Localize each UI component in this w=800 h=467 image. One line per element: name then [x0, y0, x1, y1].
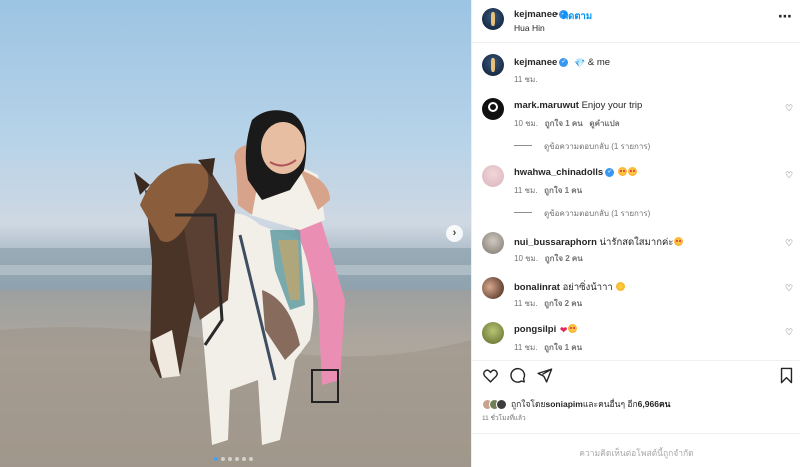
reply-divider — [514, 212, 532, 213]
comment-time[interactable]: 11 ชม. — [514, 343, 537, 352]
star-eyes-emoji-icon — [627, 167, 637, 176]
comment-meta: 10 ชม. ถูกใจ 2 คน — [514, 252, 583, 265]
comment-likes[interactable]: ถูกใจ 1 คน — [545, 119, 583, 128]
carousel-dot — [235, 457, 239, 461]
comment-time[interactable]: 10 ชม. — [514, 119, 538, 128]
carousel-dot — [221, 457, 225, 461]
comment-like-heart-icon[interactable]: ♡ — [785, 238, 793, 249]
post-side-panel: kejmanee ✓ • ติดตาม Hua Hin ⋯ kejmanee ✓ 💎… — [471, 0, 800, 467]
more-options-icon[interactable]: ⋯ — [778, 8, 792, 25]
bookmark-icon[interactable] — [779, 367, 794, 384]
comment-meta: 10 ชม. ถูกใจ 1 คน ดูคำแปล — [514, 117, 620, 130]
comment-username[interactable]: bonalinrat — [514, 282, 560, 293]
carousel-dot — [228, 457, 232, 461]
post-time[interactable]: 11 ชั่วโมงที่แล้ว — [482, 413, 526, 423]
caption-body: & me — [587, 57, 611, 68]
comment-row: mark.maruwut Enjoy your trip — [514, 100, 642, 111]
carousel-dot — [242, 457, 246, 461]
comment-likes[interactable]: ถูกใจ 2 คน — [544, 299, 582, 308]
share-icon[interactable] — [536, 367, 553, 384]
comment-avatar[interactable] — [482, 322, 504, 344]
comment-icon[interactable] — [509, 367, 526, 384]
photo-illustration — [0, 110, 471, 467]
comment-avatar[interactable] — [482, 232, 504, 254]
comment-avatar[interactable] — [482, 165, 504, 187]
carousel-dot — [214, 457, 218, 461]
comments-divider — [472, 433, 800, 434]
comment-username[interactable]: hwahwa_chinadolls — [514, 167, 603, 178]
caption-username[interactable]: kejmanee ✓ — [514, 57, 569, 68]
avatar[interactable] — [496, 398, 507, 410]
liked-by-prefix: ถูกใจโดย — [511, 399, 546, 409]
comment-row: nui_bussaraphorn น่ารักสดใสมากค่ะ — [514, 235, 684, 250]
username-text[interactable]: kejmanee — [514, 57, 557, 68]
comment-like-heart-icon[interactable]: ♡ — [785, 103, 793, 114]
view-replies-button[interactable]: ดูข้อความตอบกลับ (1 รายการ) — [544, 140, 650, 153]
star-eyes-emoji-icon — [674, 237, 684, 246]
comment-text: อย่าซิ่งน้าาา — [562, 282, 613, 293]
username-text[interactable]: kejmanee — [514, 9, 557, 20]
comments-restricted-notice: ความคิดเห็นต่อโพสต์นี้ถูกจำกัด — [579, 448, 694, 458]
caption-time: 11 ชม. — [514, 75, 538, 84]
caption-avatar[interactable] — [482, 54, 504, 76]
follow-button[interactable]: ติดตาม — [562, 9, 592, 24]
comment-time[interactable]: 11 ชม. — [514, 186, 537, 195]
comment-text: น่ารักสดใสมากค่ะ — [599, 237, 674, 248]
reply-divider — [514, 145, 532, 146]
comment-meta: 11 ชม. ถูกใจ 2 คน — [514, 297, 582, 310]
liked-by-avatars — [482, 398, 507, 410]
comment-username[interactable]: mark.maruwut — [514, 100, 579, 111]
next-slide-button[interactable]: › — [446, 225, 463, 242]
comment-row: bonalinrat อย่าซิ่งน้าาา — [514, 280, 626, 295]
action-bar — [472, 367, 800, 391]
star-eyes-emoji-icon — [617, 167, 627, 176]
comment-likes[interactable]: ถูกใจ 2 คน — [545, 254, 583, 263]
comment-time[interactable]: 11 ชม. — [514, 299, 537, 308]
comment-like-heart-icon[interactable]: ♡ — [785, 170, 793, 181]
comment-avatar[interactable] — [482, 98, 504, 120]
liked-by-row: ถูกใจโดย soniapim และคนอื่นๆ อีก 6,966 ค… — [482, 397, 670, 411]
avatar[interactable] — [482, 8, 504, 30]
liked-by-suffix: และคนอื่นๆ อีก — [582, 399, 638, 409]
comment-time[interactable]: 10 ชม. — [514, 254, 538, 263]
comment-text: Enjoy your trip — [581, 100, 643, 111]
heart-icon[interactable] — [482, 367, 499, 384]
header-username[interactable]: kejmanee ✓ — [514, 9, 569, 20]
comment-username[interactable]: nui_bussaraphorn — [514, 237, 597, 248]
verified-badge-icon: ✓ — [559, 57, 569, 67]
comment-meta: 11 ชม. ถูกใจ 1 คน — [514, 341, 582, 354]
verified-badge-icon: ✓ — [605, 167, 615, 177]
caption-text: 💎 & me — [573, 57, 610, 69]
comment-row: pongsilpi ❤ — [514, 324, 578, 336]
likes-unit[interactable]: คน — [659, 397, 671, 411]
location-link[interactable]: Hua Hin — [514, 23, 545, 33]
post-viewer: › kejmanee ✓ • ติดตาม Hua Hin ⋯ kejmanee ✓ — [0, 0, 800, 467]
liked-by-user[interactable]: soniapim — [546, 399, 583, 409]
red-heart-emoji-icon: ❤ — [559, 325, 568, 335]
comment-username[interactable]: pongsilpi — [514, 324, 556, 335]
separator-dot: • — [555, 9, 559, 19]
view-replies-button[interactable]: ดูข้อความตอบกลับ (1 รายการ) — [544, 207, 650, 220]
diamond-emoji-icon: 💎 — [574, 58, 586, 68]
comment-meta: 11 ชม. ถูกใจ 1 คน — [514, 184, 582, 197]
comment-likes[interactable]: ถูกใจ 1 คน — [544, 186, 582, 195]
comment-likes[interactable]: ถูกใจ 1 คน — [544, 343, 582, 352]
see-translation-link[interactable]: ดูคำแปล — [589, 119, 619, 128]
grinning-emoji-icon — [616, 282, 626, 291]
comment-like-heart-icon[interactable]: ♡ — [785, 283, 793, 294]
comment-like-heart-icon[interactable]: ♡ — [785, 327, 793, 338]
actions-divider — [472, 360, 800, 361]
chevron-right-icon: › — [452, 227, 457, 239]
comment-row: hwahwa_chinadolls ✓ — [514, 167, 637, 178]
post-photo[interactable]: › — [0, 0, 471, 467]
comment-avatar[interactable] — [482, 277, 504, 299]
carousel-dot — [249, 457, 253, 461]
carousel-indicator — [214, 457, 253, 461]
likes-count[interactable]: 6,966 — [638, 399, 659, 409]
star-eyes-emoji-icon — [568, 324, 578, 333]
post-header: kejmanee ✓ • ติดตาม Hua Hin ⋯ — [472, 0, 800, 43]
